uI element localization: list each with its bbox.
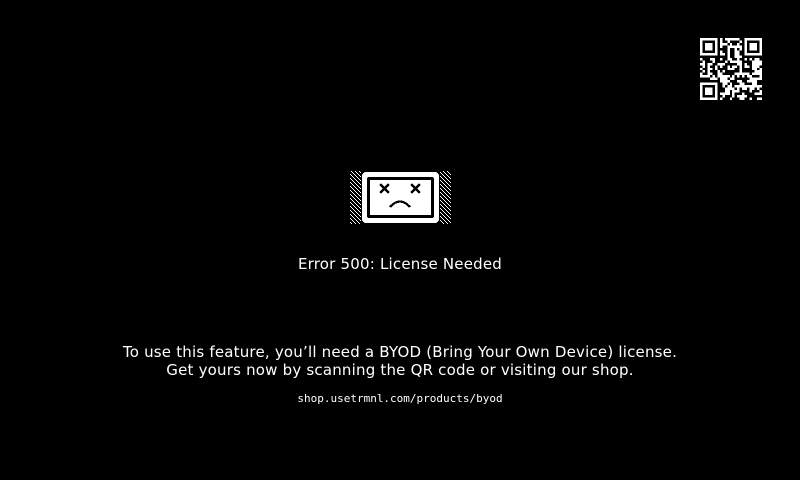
error-title: Error 500: License Needed bbox=[297, 255, 503, 273]
shop-link[interactable]: shop.usetrmnl.com/products/byod bbox=[0, 391, 800, 407]
qr-code-icon bbox=[700, 38, 762, 100]
license-message: To use this feature, you’ll need a BYOD … bbox=[0, 343, 800, 379]
sad-device-icon bbox=[349, 169, 452, 226]
message-line-2: Get yours now by scanning the QR code or… bbox=[166, 361, 634, 379]
message-line-1: To use this feature, you’ll need a BYOD … bbox=[122, 343, 678, 361]
